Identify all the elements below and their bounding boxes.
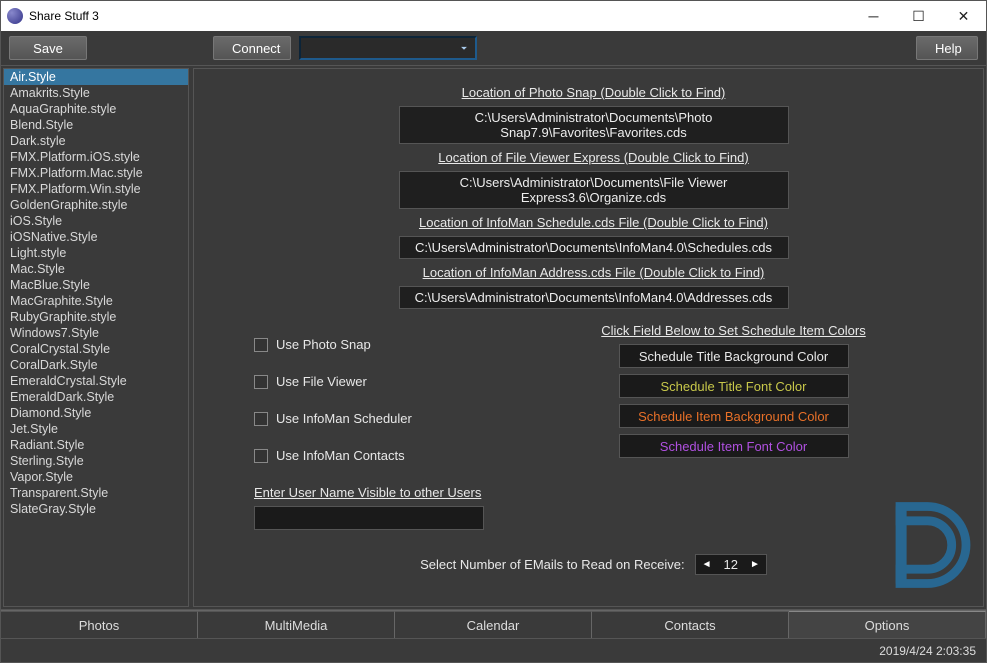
- style-item[interactable]: Air.Style: [4, 69, 188, 85]
- toolbar: Save Connect Help: [1, 31, 986, 65]
- minimize-button[interactable]: ─: [851, 1, 896, 31]
- status-bar: 2019/4/24 2:03:35: [1, 638, 986, 662]
- email-count-stepper[interactable]: ◄ 12 ►: [695, 554, 767, 575]
- username-label: Enter User Name Visible to other Users: [254, 485, 953, 500]
- style-item[interactable]: Windows7.Style: [4, 325, 188, 341]
- style-item[interactable]: FMX.Platform.Mac.style: [4, 165, 188, 181]
- options-panel: Location of Photo Snap (Double Click to …: [193, 68, 984, 607]
- schedule-title-font-button[interactable]: Schedule Title Font Color: [619, 374, 849, 398]
- close-button[interactable]: ✕: [941, 1, 986, 31]
- style-item[interactable]: Sterling.Style: [4, 453, 188, 469]
- tab-contacts[interactable]: Contacts: [592, 611, 789, 638]
- style-item[interactable]: iOSNative.Style: [4, 229, 188, 245]
- photosnap-path-input[interactable]: C:\Users\Administrator\Documents\Photo S…: [399, 106, 789, 144]
- use-options: Use Photo Snap Use File Viewer Use InfoM…: [234, 323, 494, 477]
- use-photosnap-label: Use Photo Snap: [276, 337, 371, 352]
- title-bar: Share Stuff 3 ─ ☐ ✕: [1, 1, 986, 31]
- help-button[interactable]: Help: [916, 36, 978, 60]
- connect-button[interactable]: Connect: [213, 36, 291, 60]
- style-item[interactable]: Radiant.Style: [4, 437, 188, 453]
- style-item[interactable]: Diamond.Style: [4, 405, 188, 421]
- chevron-down-icon: [457, 41, 471, 55]
- use-contacts-checkbox[interactable]: [254, 449, 268, 463]
- address-path-input[interactable]: C:\Users\Administrator\Documents\InfoMan…: [399, 286, 789, 309]
- stepper-right-icon[interactable]: ►: [750, 559, 760, 570]
- style-item[interactable]: iOS.Style: [4, 213, 188, 229]
- style-item[interactable]: FMX.Platform.Win.style: [4, 181, 188, 197]
- style-list[interactable]: Air.StyleAmakrits.StyleAquaGraphite.styl…: [3, 68, 189, 607]
- window-title: Share Stuff 3: [29, 9, 99, 23]
- style-item[interactable]: Mac.Style: [4, 261, 188, 277]
- schedule-item-bg-button[interactable]: Schedule Item Background Color: [619, 404, 849, 428]
- status-datetime: 2019/4/24 2:03:35: [879, 644, 976, 658]
- stepper-left-icon[interactable]: ◄: [702, 559, 712, 570]
- bottom-tabs: Photos MultiMedia Calendar Contacts Opti…: [1, 610, 986, 638]
- use-fileviewer-label: Use File Viewer: [276, 374, 367, 389]
- app-icon: [7, 8, 23, 24]
- style-item[interactable]: EmeraldCrystal.Style: [4, 373, 188, 389]
- tab-photos[interactable]: Photos: [1, 611, 198, 638]
- username-input[interactable]: [254, 506, 484, 530]
- schedule-location-label: Location of InfoMan Schedule.cds File (D…: [234, 215, 953, 230]
- use-contacts-label: Use InfoMan Contacts: [276, 448, 405, 463]
- tab-multimedia[interactable]: MultiMedia: [198, 611, 395, 638]
- style-item[interactable]: MacBlue.Style: [4, 277, 188, 293]
- use-photosnap-checkbox[interactable]: [254, 338, 268, 352]
- style-item[interactable]: FMX.Platform.iOS.style: [4, 149, 188, 165]
- app-window: Share Stuff 3 ─ ☐ ✕ Save Connect Help Ai…: [0, 0, 987, 663]
- style-item[interactable]: Light.style: [4, 245, 188, 261]
- style-item[interactable]: CoralDark.Style: [4, 357, 188, 373]
- schedule-title-bg-button[interactable]: Schedule Title Background Color: [619, 344, 849, 368]
- use-scheduler-checkbox[interactable]: [254, 412, 268, 426]
- tab-options[interactable]: Options: [789, 611, 986, 638]
- tab-calendar[interactable]: Calendar: [395, 611, 592, 638]
- style-item[interactable]: Dark.style: [4, 133, 188, 149]
- save-button[interactable]: Save: [9, 36, 87, 60]
- style-item[interactable]: AquaGraphite.style: [4, 101, 188, 117]
- connection-combo[interactable]: [299, 36, 477, 60]
- schedule-item-font-button[interactable]: Schedule Item Font Color: [619, 434, 849, 458]
- style-item[interactable]: Blend.Style: [4, 117, 188, 133]
- watermark-logo: [867, 490, 977, 600]
- style-item[interactable]: GoldenGraphite.style: [4, 197, 188, 213]
- use-fileviewer-checkbox[interactable]: [254, 375, 268, 389]
- style-item[interactable]: CoralCrystal.Style: [4, 341, 188, 357]
- photosnap-location-label: Location of Photo Snap (Double Click to …: [234, 85, 953, 100]
- schedule-path-input[interactable]: C:\Users\Administrator\Documents\InfoMan…: [399, 236, 789, 259]
- email-count-value: 12: [724, 557, 738, 572]
- fileviewer-location-label: Location of File Viewer Express (Double …: [234, 150, 953, 165]
- address-location-label: Location of InfoMan Address.cds File (Do…: [234, 265, 953, 280]
- style-item[interactable]: Transparent.Style: [4, 485, 188, 501]
- color-heading: Click Field Below to Set Schedule Item C…: [514, 323, 953, 338]
- style-item[interactable]: RubyGraphite.style: [4, 309, 188, 325]
- style-item[interactable]: SlateGray.Style: [4, 501, 188, 517]
- style-item[interactable]: Jet.Style: [4, 421, 188, 437]
- body: Air.StyleAmakrits.StyleAquaGraphite.styl…: [1, 65, 986, 610]
- fileviewer-path-input[interactable]: C:\Users\Administrator\Documents\File Vi…: [399, 171, 789, 209]
- style-item[interactable]: EmeraldDark.Style: [4, 389, 188, 405]
- use-scheduler-label: Use InfoMan Scheduler: [276, 411, 412, 426]
- maximize-button[interactable]: ☐: [896, 1, 941, 31]
- style-item[interactable]: Vapor.Style: [4, 469, 188, 485]
- style-item[interactable]: Amakrits.Style: [4, 85, 188, 101]
- color-options: Click Field Below to Set Schedule Item C…: [494, 323, 953, 477]
- email-count-label: Select Number of EMails to Read on Recei…: [420, 557, 684, 572]
- style-item[interactable]: MacGraphite.Style: [4, 293, 188, 309]
